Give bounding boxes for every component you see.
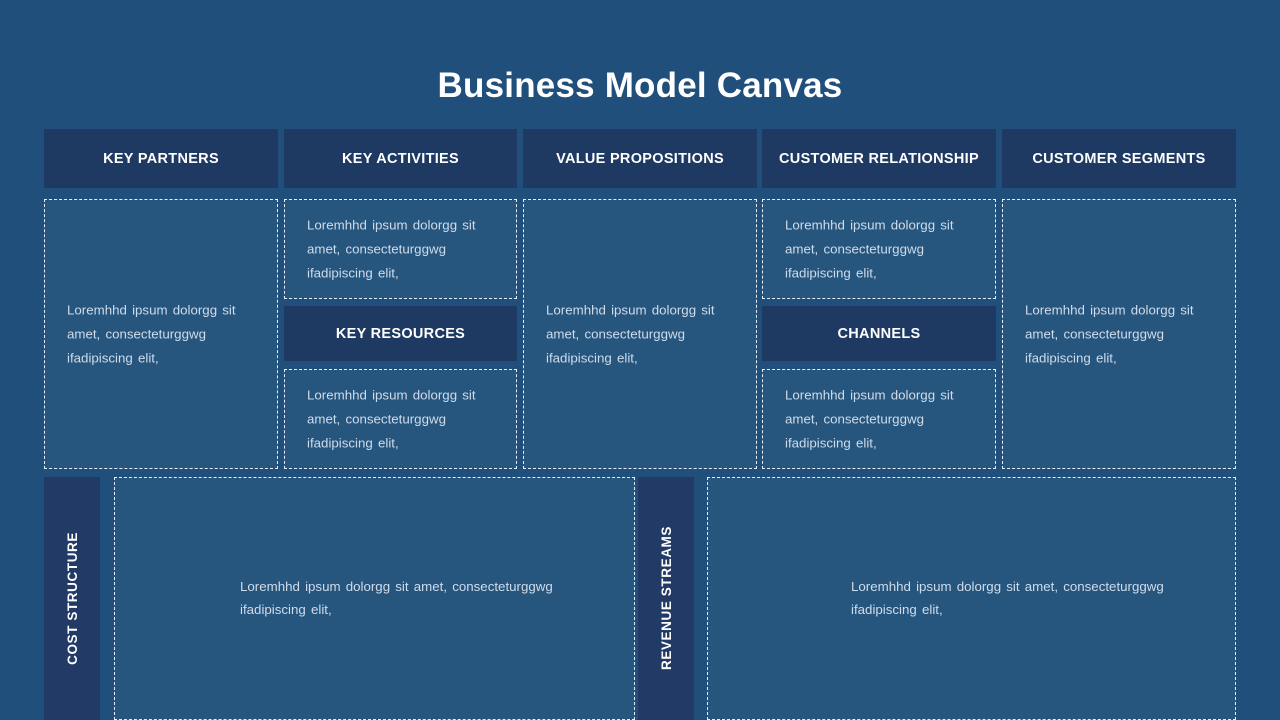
subheader-key-resources[interactable]: KEY RESOURCES bbox=[284, 306, 517, 361]
header-customer-relationship-label: CUSTOMER RELATIONSHIP bbox=[779, 150, 979, 167]
cell-cost-structure-text: Loremhhd ipsum dolorgg sit amet, consect… bbox=[240, 578, 553, 618]
cell-key-partners-text: Loremhhd ipsum dolorgg sit amet, consect… bbox=[67, 302, 236, 365]
tab-cost-structure-label: COST STRUCTURE bbox=[64, 532, 80, 665]
header-customer-relationship[interactable]: CUSTOMER RELATIONSHIP bbox=[762, 129, 996, 188]
slide-canvas: Business Model Canvas KEY PARTNERS KEY A… bbox=[0, 0, 1280, 720]
cell-customer-relationship-text: Loremhhd ipsum dolorgg sit amet, consect… bbox=[785, 217, 954, 280]
header-customer-segments[interactable]: CUSTOMER SEGMENTS bbox=[1002, 129, 1236, 188]
cell-revenue-streams[interactable]: Loremhhd ipsum dolorgg sit amet, consect… bbox=[707, 477, 1236, 720]
cell-value-propositions[interactable]: Loremhhd ipsum dolorgg sit amet, consect… bbox=[523, 199, 757, 469]
header-key-activities[interactable]: KEY ACTIVITIES bbox=[284, 129, 517, 188]
header-value-propositions-label: VALUE PROPOSITIONS bbox=[556, 150, 724, 167]
header-key-activities-label: KEY ACTIVITIES bbox=[342, 150, 459, 167]
cell-channels-text: Loremhhd ipsum dolorgg sit amet, consect… bbox=[785, 387, 954, 450]
cell-channels[interactable]: Loremhhd ipsum dolorgg sit amet, consect… bbox=[762, 369, 996, 469]
cell-key-resources-text: Loremhhd ipsum dolorgg sit amet, consect… bbox=[307, 387, 476, 450]
cell-value-propositions-text: Loremhhd ipsum dolorgg sit amet, consect… bbox=[546, 302, 715, 365]
cell-revenue-streams-text: Loremhhd ipsum dolorgg sit amet, consect… bbox=[851, 578, 1164, 618]
tab-cost-structure[interactable]: COST STRUCTURE bbox=[44, 477, 100, 720]
header-key-partners-label: KEY PARTNERS bbox=[103, 150, 219, 167]
cell-customer-relationship[interactable]: Loremhhd ipsum dolorgg sit amet, consect… bbox=[762, 199, 996, 299]
header-customer-segments-label: CUSTOMER SEGMENTS bbox=[1032, 150, 1206, 167]
header-key-partners[interactable]: KEY PARTNERS bbox=[44, 129, 278, 188]
cell-key-activities-text: Loremhhd ipsum dolorgg sit amet, consect… bbox=[307, 217, 476, 280]
cell-key-partners[interactable]: Loremhhd ipsum dolorgg sit amet, consect… bbox=[44, 199, 278, 469]
cell-key-activities[interactable]: Loremhhd ipsum dolorgg sit amet, consect… bbox=[284, 199, 517, 299]
tab-revenue-streams[interactable]: REVENUE STREAMS bbox=[638, 477, 694, 720]
subheader-channels[interactable]: CHANNELS bbox=[762, 306, 996, 361]
cell-customer-segments[interactable]: Loremhhd ipsum dolorgg sit amet, consect… bbox=[1002, 199, 1236, 469]
tab-revenue-streams-label: REVENUE STREAMS bbox=[658, 526, 674, 671]
cell-key-resources[interactable]: Loremhhd ipsum dolorgg sit amet, consect… bbox=[284, 369, 517, 469]
subheader-key-resources-label: KEY RESOURCES bbox=[335, 325, 466, 342]
header-value-propositions[interactable]: VALUE PROPOSITIONS bbox=[523, 129, 757, 188]
subheader-channels-label: CHANNELS bbox=[837, 325, 921, 342]
cell-cost-structure[interactable]: Loremhhd ipsum dolorgg sit amet, consect… bbox=[114, 477, 635, 720]
page-title: Business Model Canvas bbox=[437, 66, 843, 105]
cell-customer-segments-text: Loremhhd ipsum dolorgg sit amet, consect… bbox=[1025, 302, 1194, 365]
